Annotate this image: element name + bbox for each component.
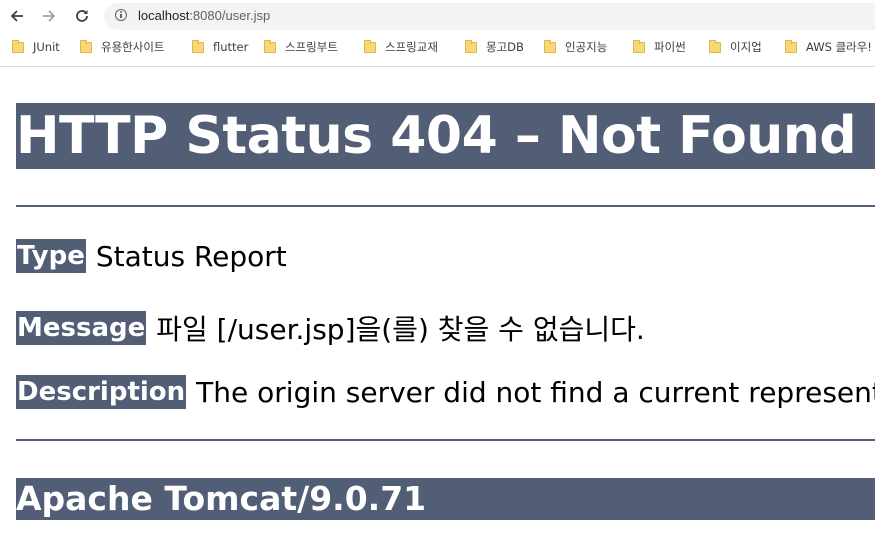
back-arrow-icon[interactable] <box>5 5 29 27</box>
folder-icon <box>785 39 797 53</box>
reload-icon[interactable] <box>70 5 94 27</box>
bookmark-folder[interactable]: 유용한사이트 <box>80 37 164 57</box>
type-value: Status Report <box>95 239 287 273</box>
bookmark-folder[interactable]: 이지업 <box>709 37 762 57</box>
bookmark-label: 이지업 <box>730 40 762 54</box>
message-label: Message <box>16 311 147 345</box>
url-path: :8080/user.jsp <box>189 8 271 23</box>
folder-icon <box>80 39 92 53</box>
address-bar[interactable]: localhost:8080/user.jsp <box>104 3 875 30</box>
bookmark-folder[interactable]: 파이썬 <box>633 37 686 57</box>
description-value: The origin server did not find a current… <box>196 375 875 409</box>
folder-icon <box>465 39 477 53</box>
page-content: HTTP Status 404 – Not Found Type Status … <box>0 67 875 557</box>
folder-icon <box>364 39 376 53</box>
bookmark-folder[interactable]: 스프링교재 <box>364 37 438 57</box>
message-row: Message 파일 [/user.jsp]을(를) 찾을 수 없습니다. <box>16 308 645 348</box>
bookmark-folder[interactable]: AWS 클라우! <box>785 37 872 57</box>
divider <box>16 439 875 441</box>
message-value: 파일 [/user.jsp]을(를) 찾을 수 없습니다. <box>156 313 645 346</box>
forward-arrow-icon[interactable] <box>37 5 61 27</box>
folder-icon <box>264 39 276 53</box>
bookmark-label: 파이썬 <box>654 40 686 54</box>
description-row: Description The origin server did not fi… <box>16 375 875 409</box>
bookmark-label: 몽고DB <box>486 40 524 54</box>
browser-toolbar: localhost:8080/user.jsp <box>0 0 875 33</box>
bookmark-label: flutter <box>213 40 249 54</box>
browser-chrome: localhost:8080/user.jsp JUnit 유용한사이트 flu… <box>0 0 875 67</box>
bookmark-label: 인공지능 <box>565 40 608 54</box>
folder-icon <box>544 39 556 53</box>
bookmark-label: 스프링부트 <box>285 40 338 54</box>
type-label: Type <box>16 239 86 273</box>
bookmark-folder[interactable]: flutter <box>192 37 248 57</box>
bookmark-folder[interactable]: 스프링부트 <box>264 37 338 57</box>
bookmark-folder[interactable]: JUnit <box>12 37 60 57</box>
bookmarks-bar: JUnit 유용한사이트 flutter 스프링부트 스프링교재 몽고DB 인공… <box>0 35 875 59</box>
bookmark-label: JUnit <box>33 40 60 54</box>
type-row: Type Status Report <box>16 239 287 273</box>
bookmark-label: 스프링교재 <box>385 40 438 54</box>
url-host: localhost <box>138 8 190 23</box>
bookmark-folder[interactable]: 몽고DB <box>465 37 524 57</box>
server-version-footer: Apache Tomcat/9.0.71 <box>16 478 875 520</box>
folder-icon <box>12 39 24 53</box>
page-title: HTTP Status 404 – Not Found <box>16 103 875 169</box>
bookmark-label: 유용한사이트 <box>101 40 165 54</box>
bookmark-label: AWS 클라우! <box>806 40 872 54</box>
folder-icon <box>633 39 645 53</box>
folder-icon <box>192 39 204 53</box>
description-label: Description <box>16 375 187 409</box>
folder-icon <box>709 39 721 53</box>
url-text[interactable]: localhost:8080/user.jsp <box>138 8 270 23</box>
bookmark-folder[interactable]: 인공지능 <box>544 37 607 57</box>
divider <box>16 205 875 207</box>
site-info-icon[interactable] <box>115 9 127 21</box>
